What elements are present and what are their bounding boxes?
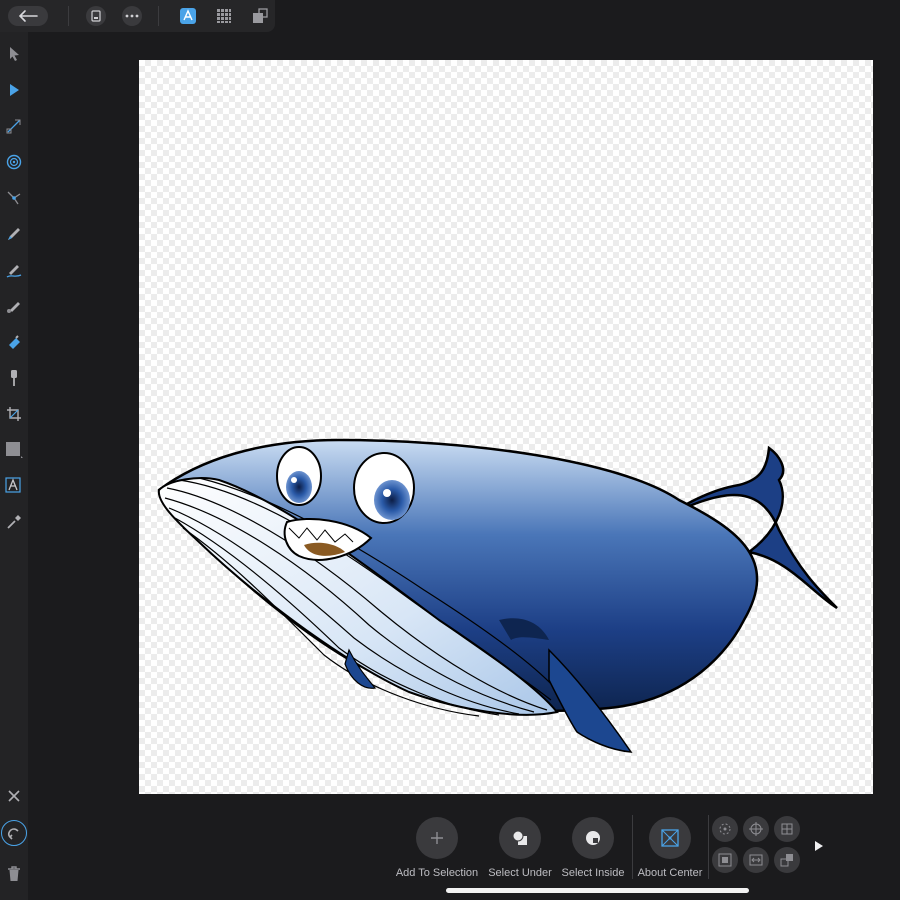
vector-brush-tool[interactable] [4, 296, 24, 316]
color-picker-tool[interactable] [4, 512, 24, 532]
transparency-tool[interactable] [4, 368, 24, 388]
transform-option-button[interactable] [774, 847, 800, 873]
transparency-tool-icon [11, 370, 17, 386]
node-tool[interactable] [4, 80, 24, 100]
align-icon [781, 823, 793, 835]
arrange-icon [780, 854, 793, 867]
pixel-persona-button[interactable] [214, 6, 234, 26]
vector-crop-icon [7, 191, 21, 205]
transform-option-button[interactable] [712, 847, 738, 873]
about-center-label: About Center [637, 867, 703, 879]
add-to-selection-button[interactable]: Add To Selection [392, 817, 482, 879]
more-button[interactable] [122, 6, 142, 26]
document-button[interactable] [86, 6, 106, 26]
flip-icon [749, 854, 763, 866]
divider [158, 6, 159, 26]
transform-option-button[interactable] [743, 816, 769, 842]
fill-tool-icon [9, 335, 20, 349]
document-icon [91, 10, 101, 22]
transform-option-button[interactable] [743, 847, 769, 873]
fill-tool[interactable] [4, 332, 24, 352]
point-transform-icon [6, 154, 22, 170]
designer-persona-button[interactable] [178, 6, 198, 26]
crop-tool[interactable] [4, 404, 24, 424]
play-arrow-icon [815, 841, 823, 851]
select-under-icon [512, 830, 527, 845]
export-persona-icon [253, 8, 268, 23]
more-options-button[interactable] [809, 836, 829, 856]
pixel-persona-icon [217, 9, 231, 23]
about-center-icon [661, 829, 679, 847]
select-under-circle[interactable] [499, 817, 541, 859]
scale-with-object-icon [719, 823, 731, 835]
corner-tool[interactable] [4, 116, 24, 136]
about-center-circle[interactable] [649, 817, 691, 859]
divider [708, 815, 709, 879]
artistic-text-icon [5, 477, 21, 493]
divider [68, 6, 69, 26]
add-to-selection-label: Add To Selection [395, 867, 479, 879]
pencil-tool[interactable] [4, 260, 24, 280]
about-center-button[interactable]: About Center [625, 817, 715, 879]
close-button[interactable] [4, 786, 24, 806]
transform-option-button[interactable] [774, 816, 800, 842]
delete-button[interactable] [4, 864, 24, 884]
export-persona-button[interactable] [250, 6, 270, 26]
move-tool-icon [10, 47, 19, 61]
back-arrow-icon [18, 10, 38, 22]
vector-brush-icon [7, 302, 20, 313]
more-icon [125, 14, 139, 18]
add-to-selection-circle[interactable] [416, 817, 458, 859]
color-picker-icon [7, 515, 21, 529]
bounding-box-icon [718, 853, 732, 867]
shape-tool-icon [6, 442, 23, 458]
close-icon [8, 790, 20, 802]
select-inside-icon [586, 831, 600, 845]
designer-persona-icon [180, 8, 196, 24]
whale-illustration[interactable] [139, 60, 873, 794]
pen-tool[interactable] [4, 224, 24, 244]
top-toolbar [0, 0, 275, 32]
move-tool[interactable] [4, 44, 24, 64]
corner-tool-icon [6, 119, 21, 134]
crop-tool-icon [7, 407, 21, 421]
pencil-tool-icon [6, 265, 22, 278]
point-transform-tool[interactable] [4, 152, 24, 172]
transform-option-button[interactable] [712, 816, 738, 842]
vector-crop-tool[interactable] [4, 188, 24, 208]
artistic-text-tool[interactable] [4, 476, 24, 496]
node-tool-icon [10, 84, 19, 96]
select-inside-circle[interactable] [572, 817, 614, 859]
delete-icon [8, 866, 20, 881]
pen-tool-icon [8, 228, 20, 240]
document-canvas[interactable] [139, 60, 873, 794]
home-indicator [446, 888, 749, 893]
snapping-magnet-icon [7, 828, 19, 840]
shape-tool[interactable] [4, 440, 24, 460]
crosshair-icon [749, 822, 763, 836]
snapping-button[interactable] [1, 820, 27, 846]
back-button[interactable] [8, 6, 48, 26]
plus-icon [431, 832, 443, 844]
